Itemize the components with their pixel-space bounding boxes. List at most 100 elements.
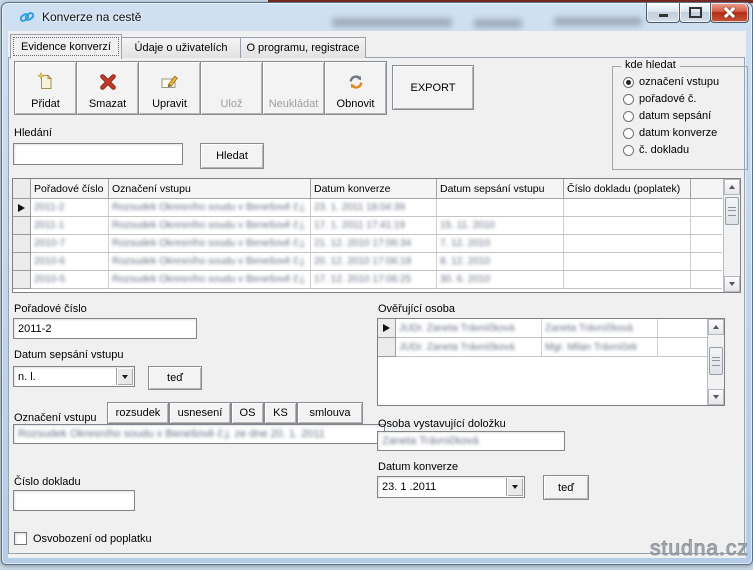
- datum-konverze-combobox[interactable]: 23. 1 .2011: [377, 476, 525, 498]
- datum-konverze-now-button[interactable]: teď: [543, 475, 589, 500]
- scroll-up-button[interactable]: [708, 319, 724, 335]
- scroll-down-button[interactable]: [724, 276, 740, 292]
- table-row[interactable]: 2011-1 Rozsudek Okresního soudu v Benešo…: [13, 217, 740, 235]
- cell-text: 2011-2: [34, 202, 64, 213]
- scroll-up-button[interactable]: [724, 179, 740, 195]
- column-header-filler: [691, 179, 722, 199]
- window-controls: [646, 3, 749, 23]
- column-header[interactable]: Označení vstupu: [109, 179, 311, 199]
- export-button-label: EXPORT: [410, 82, 455, 94]
- column-header[interactable]: Datum konverze: [311, 179, 437, 199]
- table-row[interactable]: 2011-2 Rozsudek Okresního soudu v Benešo…: [13, 199, 740, 217]
- cell-text: Rozsudek Okresního soudu v Benešově č.j.: [112, 202, 306, 213]
- add-button[interactable]: Přidat: [14, 61, 77, 115]
- combobox-value: n. l.: [18, 371, 36, 383]
- save-button: Ulož: [200, 61, 263, 115]
- export-button[interactable]: EXPORT: [392, 65, 474, 110]
- tab-udaje-o-uzivatelich[interactable]: Údaje o uživatelích: [121, 37, 241, 58]
- cell-text: 8. 12. 2010: [440, 256, 490, 267]
- maximize-button[interactable]: [679, 3, 711, 23]
- combobox-dropdown-button[interactable]: [506, 478, 523, 496]
- checkbox-icon[interactable]: [14, 532, 27, 545]
- radio-c-dokladu[interactable]: č. dokladu: [623, 143, 689, 157]
- records-grid-scrollbar[interactable]: [723, 179, 740, 292]
- close-button[interactable]: [710, 3, 749, 23]
- search-label: Hledání: [14, 127, 52, 139]
- radio-label: datum konverze: [639, 127, 717, 139]
- edit-pencil-icon: [160, 72, 180, 95]
- table-row[interactable]: JUDr. Zaneta Trávníčková Zaneta Trávníčk…: [378, 319, 724, 338]
- quick-button-label: smlouva: [310, 407, 351, 419]
- cell-text: JUDr. Zaneta Trávníčková: [399, 323, 515, 334]
- quick-button-ks[interactable]: KS: [264, 402, 297, 424]
- table-row[interactable]: JUDr. Zaneta Trávníčková Mgr. Milan Tráv…: [378, 338, 724, 357]
- column-header[interactable]: Pořadové číslo: [31, 179, 109, 199]
- quick-button-rozsudek[interactable]: rozsudek: [107, 402, 169, 424]
- radio-datum-konverze[interactable]: datum konverze: [623, 126, 717, 140]
- oznaceni-vstupu-input[interactable]: Rozsudek Okresního soudu v Benešově č.j.…: [13, 424, 385, 444]
- desktop-background: Konverze na cestě Evidence konverzí Údaj…: [0, 0, 753, 570]
- toolbar-button-label: Ulož: [220, 98, 242, 110]
- edit-button[interactable]: Upravit: [138, 61, 201, 115]
- title-bar[interactable]: Konverze na cestě: [2, 3, 752, 31]
- table-row[interactable]: 2010-6 Rozsudek Okresního soudu v Benešo…: [13, 253, 740, 271]
- poradove-cislo-input[interactable]: [13, 318, 197, 339]
- column-header[interactable]: Číslo dokladu (poplatek): [564, 179, 691, 199]
- radio-datum-sepsani[interactable]: datum sepsání: [623, 109, 711, 123]
- toolbar-button-label: Neukládat: [269, 98, 319, 110]
- minimize-button[interactable]: [646, 3, 680, 23]
- tab-o-programu-registrace[interactable]: O programu, registrace: [240, 37, 366, 58]
- arrow-up-icon: [729, 185, 735, 189]
- overujici-osoba-grid[interactable]: JUDr. Zaneta Trávníčková Zaneta Trávníčk…: [377, 318, 725, 406]
- quick-button-os[interactable]: OS: [231, 402, 264, 424]
- radio-oznaceni-vstupu[interactable]: označení vstupu: [623, 75, 719, 89]
- records-grid[interactable]: Pořadové číslo Označení vstupu Datum kon…: [12, 178, 741, 293]
- search-button[interactable]: Hledat: [200, 143, 264, 169]
- radio-poradove-c[interactable]: pořadové č.: [623, 92, 696, 106]
- combobox-dropdown-button[interactable]: [116, 368, 133, 385]
- quick-button-usneseni[interactable]: usnesení: [169, 402, 231, 424]
- tab-label: Evidence konverzí: [21, 41, 111, 53]
- cell-text: Rozsudek Okresního soudu v Benešově č.j.: [112, 220, 306, 231]
- cell-text: 2010-5: [34, 274, 65, 285]
- column-header[interactable]: Datum sepsání vstupu: [437, 179, 564, 199]
- now-button-label: teď: [558, 482, 574, 494]
- oznaceni-vstupu-label: Označení vstupu: [14, 412, 97, 424]
- radio-label: datum sepsání: [639, 110, 711, 122]
- cell-text: 23. 1. 2011 18:04:39: [314, 202, 405, 213]
- search-input[interactable]: [13, 143, 183, 165]
- now-button-label: teď: [167, 372, 183, 384]
- toolbar-button-label: Přidat: [31, 98, 60, 110]
- datum-sepsani-now-button[interactable]: teď: [148, 366, 202, 390]
- refresh-button[interactable]: Obnovit: [324, 61, 387, 115]
- scrollbar-thumb[interactable]: [709, 347, 723, 375]
- watermark-text: studna.cz: [650, 537, 749, 561]
- radio-icon: [623, 94, 634, 105]
- close-icon: [724, 7, 735, 18]
- datum-sepsani-combobox[interactable]: n. l.: [13, 366, 135, 387]
- app-window: Konverze na cestě Evidence konverzí Údaj…: [1, 2, 753, 565]
- table-row[interactable]: 2010-7 Rozsudek Okresního soudu v Benešo…: [13, 235, 740, 253]
- poradove-cislo-label: Pořadové číslo: [14, 303, 87, 315]
- cell-text: 21. 12. 2010 17:06:34: [314, 238, 411, 249]
- row-arrow-icon: [383, 324, 390, 332]
- table-row[interactable]: 2010-5 Rozsudek Okresního soudu v Benešo…: [13, 271, 740, 289]
- toolbar-button-label: Obnovit: [337, 98, 375, 110]
- row-selector: [13, 235, 31, 253]
- osvobozeni-checkbox-row[interactable]: Osvobození od poplatku: [14, 532, 152, 545]
- window-title: Konverze na cestě: [42, 10, 141, 24]
- overujici-grid-scrollbar[interactable]: [707, 319, 724, 405]
- cislo-dokladu-input[interactable]: [13, 490, 135, 511]
- osoba-vystavujici-input[interactable]: Zaneta Trávníčková: [377, 431, 565, 451]
- current-row-marker: [378, 319, 396, 338]
- tab-evidence-konverzi[interactable]: Evidence konverzí: [10, 34, 122, 59]
- quick-button-smlouva[interactable]: smlouva: [297, 402, 363, 424]
- delete-button[interactable]: Smazat: [76, 61, 139, 115]
- row-selector: [13, 217, 31, 235]
- refresh-icon: [346, 72, 366, 95]
- arrow-down-icon: [713, 395, 719, 399]
- cislo-dokladu-label: Číslo dokladu: [14, 476, 81, 488]
- scroll-down-button[interactable]: [708, 389, 724, 405]
- scrollbar-thumb[interactable]: [725, 197, 739, 225]
- cell-text: Rozsudek Okresního soudu v Benešově č.j.: [112, 238, 306, 249]
